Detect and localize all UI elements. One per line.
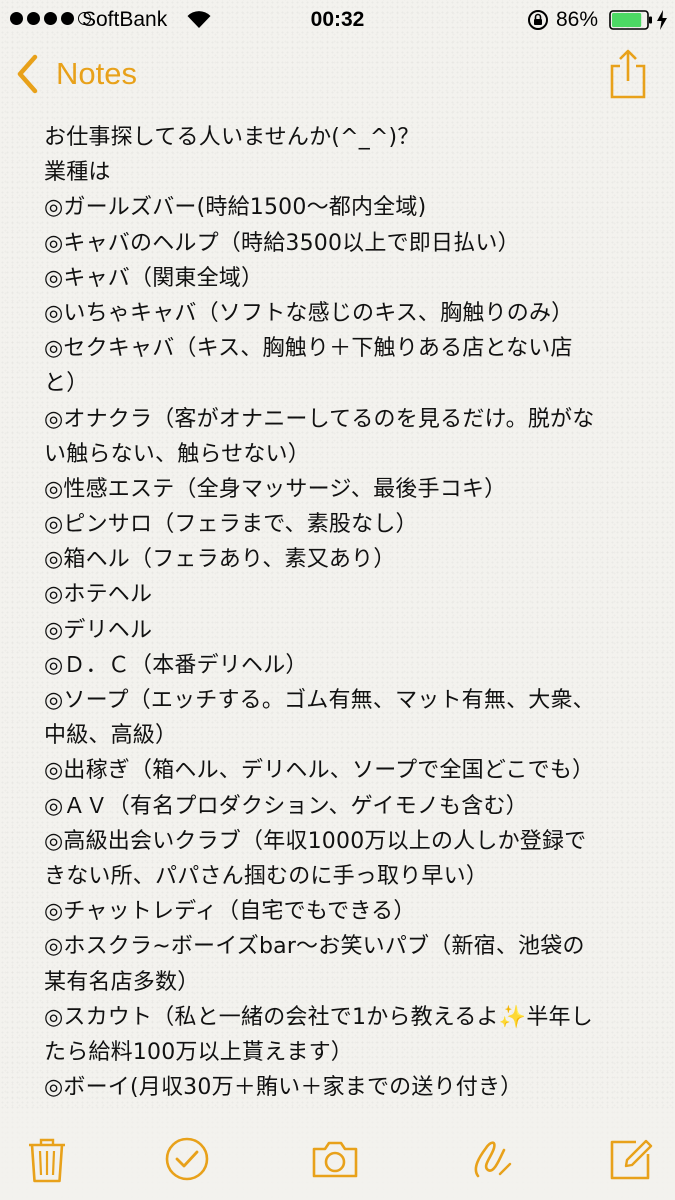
note-line: 中級、高級） <box>44 723 178 749</box>
note-line: たら給料100万以上貰えます） <box>44 1039 353 1065</box>
back-label: Notes <box>56 56 137 91</box>
note-line: 某有名店多数） <box>44 969 200 995</box>
note-line: い触らない、触らせない） <box>44 441 310 467</box>
note-line: ◎いちゃキャバ（ソフトな感じのキス、胸触りのみ） <box>44 300 574 326</box>
note-line: ◎ＡＶ（有名プロダクション、ゲイモノも含む） <box>44 793 528 819</box>
note-line: ◎キャバのヘルプ（時給3500以上で即日払い） <box>44 230 520 256</box>
note-line: ◎キャバ（関東全域） <box>44 265 264 291</box>
note-line: ◎オナクラ（客がオナニーしてるのを見るだけ。脱がな <box>44 406 595 432</box>
charging-bolt-icon <box>657 10 667 30</box>
note-line: ◎出稼ぎ（箱ヘル、デリヘル、ソープで全国どこでも） <box>44 758 595 784</box>
note-line: ◎ボーイ(月収30万＋賄い＋家までの送り付き） <box>44 1075 523 1101</box>
camera-icon[interactable] <box>310 1134 360 1184</box>
note-line: ◎スカウト（私と一緒の会社で1から教えるよ✨半年し <box>44 1004 593 1030</box>
bottom-toolbar <box>0 1128 675 1196</box>
chevron-left-icon <box>17 54 38 94</box>
compose-icon[interactable] <box>606 1134 656 1184</box>
navigation-bar: Notes <box>0 44 675 108</box>
note-line: お仕事探してる人いませんか(^_^)？ <box>44 125 420 150</box>
note-line: ◎ガールズバー(時給1500〜都内全域) <box>44 195 427 221</box>
note-line: ◎セクキャバ（キス、胸触り＋下触りある店とない店 <box>44 336 573 362</box>
note-body[interactable]: お仕事探してる人いませんか(^_^)？ 業種は ◎ガールズバー(時給1500〜都内全… <box>44 120 644 1130</box>
status-bar: SoftBank 00:32 86% <box>0 0 675 40</box>
note-line: ◎Ｄ．Ｃ（本番デリヘル） <box>44 652 308 678</box>
note-line: ◎箱ヘル（フェラあり、素又あり） <box>44 547 396 573</box>
rotation-lock-icon <box>528 10 548 30</box>
note-line: ◎ピンサロ（フェラまで、素股なし） <box>44 512 418 538</box>
note-line: ◎デリヘル <box>44 617 153 643</box>
note-line: ◎チャットレディ（自宅でもできる） <box>44 899 416 925</box>
battery-icon <box>609 10 652 30</box>
note-line: ◎ホスクラ~ボーイズbar〜お笑いパブ（新宿、池袋の <box>44 934 585 960</box>
note-line: ◎性感エステ（全身マッサージ、最後手コキ） <box>44 476 507 502</box>
back-button[interactable]: Notes <box>14 54 137 94</box>
sketch-icon[interactable] <box>466 1134 516 1184</box>
note-line: ◎ホテヘル <box>44 582 153 608</box>
note-line: と） <box>44 371 89 397</box>
note-line: ◎ソープ（エッチする。ゴム有無、マット有無、大衆、 <box>44 688 595 713</box>
share-icon[interactable] <box>608 48 648 100</box>
checklist-icon[interactable] <box>162 1134 212 1184</box>
note-line: 業種は <box>44 160 111 186</box>
trash-icon[interactable] <box>22 1134 72 1184</box>
note-line: きない所、パパさん掴むのに手っ取り早い） <box>44 863 489 889</box>
note-line: ◎高級出会いクラブ（年収1000万以上の人しか登録で <box>44 828 587 854</box>
battery-percent: 86% <box>556 8 599 31</box>
